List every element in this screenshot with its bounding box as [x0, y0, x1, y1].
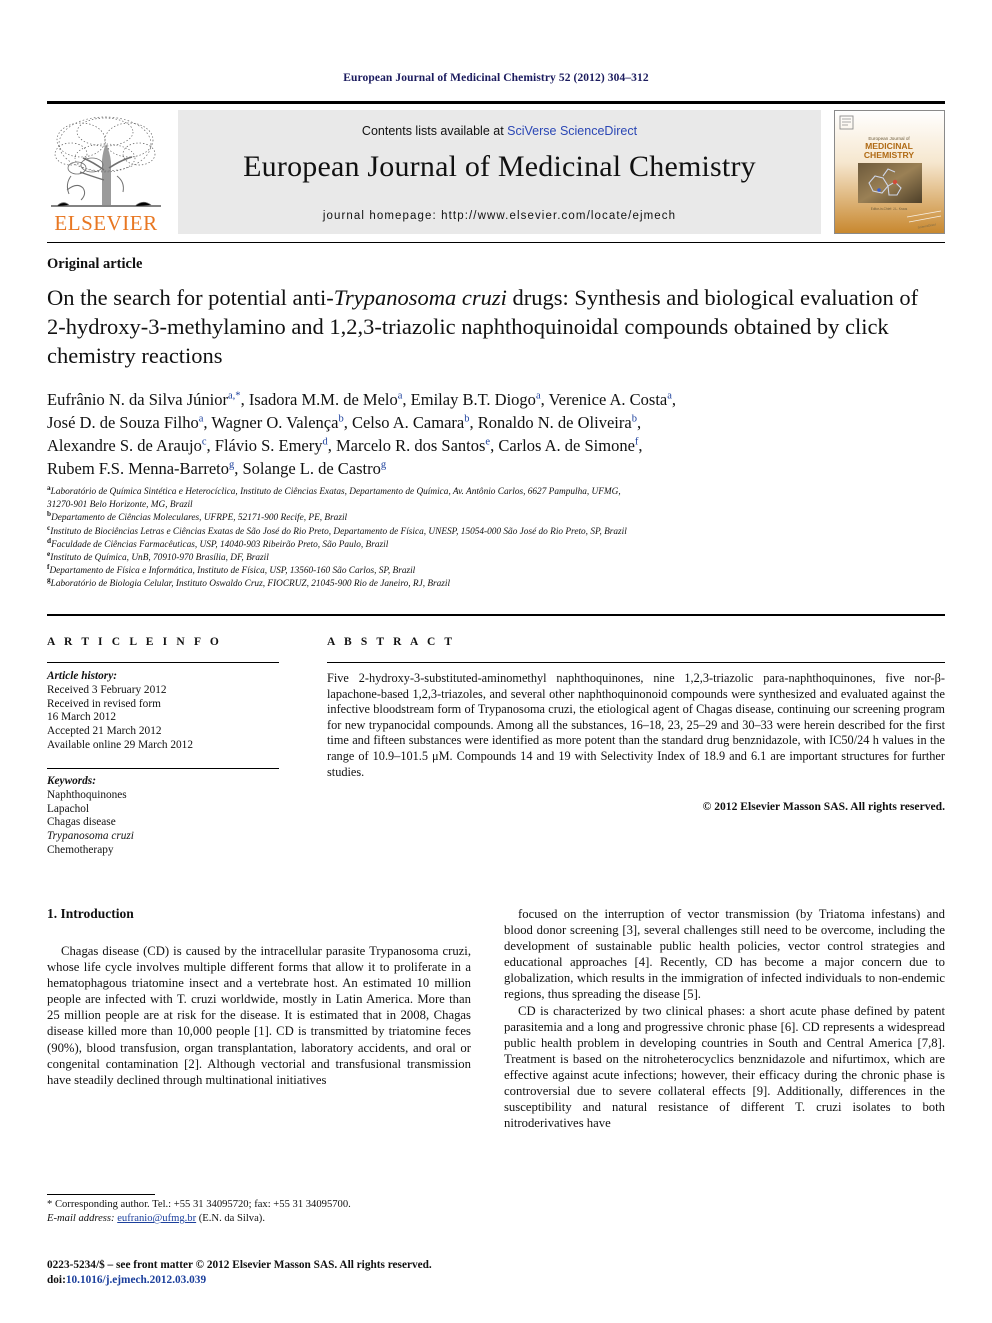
article-info-heading: A R T I C L E I N F O: [47, 636, 222, 648]
journal-cover-thumbnail: European Journal of MEDICINAL CHEMISTRY …: [834, 110, 945, 234]
history-item: Received in revised form: [47, 697, 161, 710]
author-affil-mark: a: [397, 390, 403, 402]
author: Emilay B.T. Diogoa: [410, 390, 541, 409]
affiliation-item: dFaculdade de Ciências Farmacêuticas, US…: [47, 535, 389, 550]
svg-text:CHEMISTRY: CHEMISTRY: [864, 150, 915, 160]
author: Carlos A. de Simonef: [498, 436, 639, 455]
abstract-heading-rule: [327, 662, 945, 663]
author-list: Eufrânio N. da Silva Júniora,*, Isadora …: [47, 390, 677, 478]
paper-page: European Journal of Medicinal Chemistry …: [0, 0, 992, 1323]
elsevier-logo: ELSEVIER: [47, 110, 165, 235]
keywords-rule: [47, 768, 279, 769]
elsevier-wordmark: ELSEVIER: [54, 211, 158, 235]
affiliation-item: eInstituto de Química, UnB, 70910-970 Br…: [47, 548, 269, 564]
author-affil-mark: a: [535, 390, 541, 402]
contents-list-line: Contents lists available at SciVerse Sci…: [178, 124, 821, 138]
history-item: 16 March 2012: [47, 711, 117, 724]
keyword-item: Trypanosoma cruzi: [47, 830, 134, 843]
issn-copyright-line: 0223-5234/$ – see front matter © 2012 El…: [47, 1259, 432, 1271]
body-column-right: focused on the interruption of vector tr…: [504, 906, 945, 1131]
running-head: European Journal of Medicinal Chemistry …: [343, 72, 649, 84]
keyword-item: Chemotherapy: [47, 843, 114, 856]
history-item: Available online 29 March 2012: [47, 738, 193, 751]
author-affil-mark: b: [631, 413, 637, 425]
keywords-label: Keywords:: [47, 775, 96, 787]
email-owner: (E.N. da Silva).: [198, 1213, 265, 1224]
footnote-rule: [47, 1194, 155, 1195]
body-column-left: Chagas disease (CD) is caused by the int…: [47, 943, 471, 1088]
keyword-item: Naphthoquinones: [47, 788, 127, 801]
affiliation-item: fDepartamento de Física e Informática, I…: [47, 562, 416, 577]
author: Isadora M.M. de Meloa: [248, 390, 403, 409]
keyword-item: Lapachol: [47, 802, 90, 815]
author: Celso A. Camarab: [351, 413, 470, 432]
email-label: E-mail address:: [47, 1213, 115, 1224]
contents-prefix: Contents lists available at: [361, 124, 508, 138]
footer-block: 0223-5234/$ – see front matter © 2012 El…: [47, 1258, 477, 1287]
page-title: On the search for potential anti-Trypano…: [47, 283, 927, 370]
sciencedirect-link[interactable]: SciVerse ScienceDirect: [507, 124, 637, 138]
journal-title: European Journal of Medicinal Chemistry: [243, 150, 756, 183]
affiliation-item: cInstituto de Biociências Letras e Ciênc…: [47, 522, 627, 537]
author: Marcelo R. dos Santose: [336, 436, 491, 455]
author-affil-mark: a,*: [228, 390, 241, 402]
journal-banner: Contents lists available at SciVerse Sci…: [178, 110, 821, 234]
title-segment-species: Trypanosoma cruzi: [333, 285, 507, 310]
doi-link[interactable]: 10.1016/j.ejmech.2012.03.039: [66, 1274, 206, 1286]
journal-masthead: ELSEVIER Contents lists available at Sci…: [47, 101, 945, 236]
svg-text:Editor-in-Chief: J.L. Kraus: Editor-in-Chief: J.L. Kraus: [871, 207, 908, 211]
info-band-divider: [47, 614, 945, 616]
abstract-text: Five 2-hydroxy-3-substituted-aminomethyl…: [327, 671, 945, 779]
author: Eufrânio N. da Silva Júniora,*: [47, 390, 241, 409]
journal-homepage-link[interactable]: journal homepage: http://www.elsevier.co…: [178, 210, 821, 222]
author: Rubem F.S. Menna-Barretog: [47, 459, 235, 478]
author-affil-mark: d: [322, 436, 328, 448]
paragraph: CD is characterized by two clinical phas…: [504, 1003, 945, 1131]
author-affil-mark: a: [198, 413, 204, 425]
corresponding-author-note: * Corresponding author. Tel.: +55 31 340…: [47, 1199, 351, 1210]
affiliation-item: bDepartamento de Ciências Moleculares, U…: [47, 509, 348, 524]
author-affil-mark: b: [338, 413, 344, 425]
author-affil-mark: g: [228, 459, 235, 471]
paragraph: Chagas disease (CD) is caused by the int…: [47, 944, 471, 1087]
title-segment-1: On the search for potential anti-: [47, 285, 334, 310]
info-heading-rule: [47, 662, 279, 663]
author: Flávio S. Emeryd: [214, 436, 328, 455]
author-affil-mark: b: [464, 413, 470, 425]
header-divider: [47, 242, 945, 243]
affiliation-item-cont: 31270-901 Belo Horizonte, MG, Brazil: [47, 500, 193, 511]
author-affil-mark: g: [380, 459, 387, 471]
history-item: Accepted 21 March 2012: [47, 725, 162, 738]
author: Alexandre S. de Araujoc: [47, 436, 207, 455]
keywords-block: Keywords: Naphthoquinones Lapachol Chaga…: [47, 775, 279, 858]
author-affil-mark: f: [634, 436, 639, 448]
email-link[interactable]: eufranio@ufmg.br: [117, 1213, 196, 1224]
author: Verenice A. Costaa: [548, 390, 672, 409]
author-affil-mark: e: [485, 436, 491, 448]
abstract-copyright: © 2012 Elsevier Masson SAS. All rights r…: [702, 800, 945, 813]
email-note: E-mail address: eufranio@ufmg.br (E.N. d…: [47, 1212, 471, 1226]
abstract-heading: A B S T R A C T: [327, 636, 456, 648]
section-heading-introduction: 1. Introduction: [47, 906, 134, 921]
author: Ronaldo N. de Oliveirab: [477, 413, 637, 432]
doi-label: doi:: [47, 1273, 66, 1286]
affiliation-item: gLaboratório de Biologia Celular, Instit…: [47, 575, 451, 590]
keyword-item: Chagas disease: [47, 816, 116, 829]
author: Wagner O. Valençab: [211, 413, 344, 432]
article-history-label: Article history:: [47, 670, 117, 682]
affiliation-item: aLaboratório de Química Sintética e Hete…: [47, 482, 621, 497]
footnote-block: * Corresponding author. Tel.: +55 31 340…: [47, 1198, 471, 1226]
affiliation-list: aLaboratório de Química Sintética e Hete…: [47, 482, 937, 592]
history-item: Received 3 February 2012: [47, 683, 167, 696]
paragraph: focused on the interruption of vector tr…: [504, 907, 945, 1002]
doi-line: doi:10.1016/j.ejmech.2012.03.039: [47, 1273, 477, 1288]
article-type-label: Original article: [47, 256, 143, 272]
author: José D. de Souza Filhoa: [47, 413, 204, 432]
author-affil-mark: a: [667, 390, 672, 402]
author-affil-mark: c: [201, 436, 207, 448]
article-history-block: Article history: Received 3 February 201…: [47, 670, 279, 753]
author: Solange L. de Castrog: [242, 459, 387, 478]
